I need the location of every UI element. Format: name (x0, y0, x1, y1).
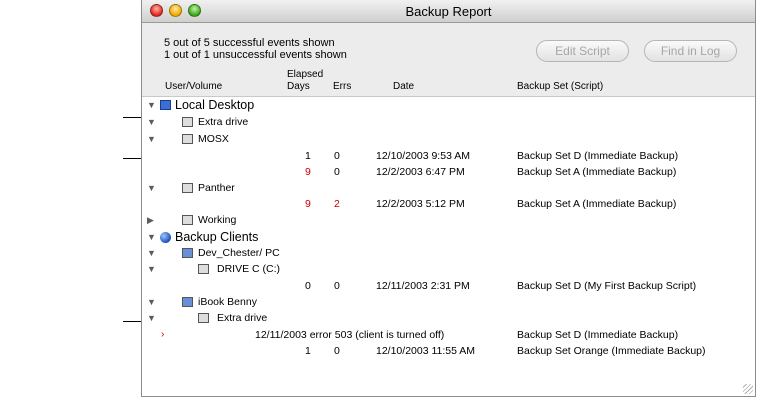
volume-row[interactable]: ▼ Extra drive (142, 310, 755, 326)
date-value: 12/2/2003 5:12 PM (376, 198, 465, 210)
find-in-log-button[interactable]: Find in Log (644, 40, 737, 62)
disclosure-triangle-icon[interactable]: ▼ (147, 294, 156, 310)
errors-value: 2 (334, 198, 340, 210)
elapsed-days-value: 1 (305, 150, 311, 162)
error-message: 12/11/2003 error 503 (client is turned o… (255, 329, 445, 341)
volume-label: Extra drive (198, 116, 249, 128)
backup-set-value: Backup Set A (Immediate Backup) (517, 198, 677, 210)
disclosure-triangle-icon[interactable]: ▼ (147, 229, 156, 245)
errors-value: 0 (334, 280, 340, 292)
disclosure-triangle-icon[interactable]: ▼ (147, 310, 156, 326)
date-value: 12/10/2003 11:55 AM (376, 345, 476, 357)
errors-value: 0 (334, 150, 340, 162)
backup-set-value: Backup Set D (My First Backup Script) (517, 280, 697, 292)
column-header-days[interactable]: Days (287, 81, 310, 93)
column-header-backup-set[interactable]: Backup Set (Script) (517, 81, 603, 93)
group-label: Local Desktop (175, 98, 255, 112)
column-header-elapsed: Elapsed (287, 69, 324, 80)
volume-label: MOSX (198, 133, 229, 145)
volume-row[interactable]: ▼ DRIVE C (C:) (142, 261, 755, 277)
group-row[interactable]: ▼ Local Desktop (142, 97, 755, 113)
report-list: ▼ Local Desktop ▼ Extra drive ▼ MOSX 1 0 12/10/2… (142, 96, 755, 396)
disclosure-triangle-icon[interactable]: ▼ (147, 180, 156, 196)
window-title: Backup Report (405, 4, 492, 19)
backup-set-value: Backup Set D (Immediate Backup) (517, 329, 679, 341)
errors-value: 0 (334, 345, 340, 357)
date-value: 12/2/2003 6:47 PM (376, 166, 465, 178)
disclosure-triangle-icon[interactable]: ▼ (147, 131, 156, 147)
volume-label: Panther (198, 182, 235, 194)
disclosure-triangle-icon[interactable]: ▼ (147, 261, 156, 277)
volume-label: iBook Benny (198, 296, 257, 308)
elapsed-days-value: 9 (305, 166, 311, 178)
summary: 5 out of 5 successful events shown 1 out… (164, 37, 347, 61)
event-row[interactable]: 9 2 12/2/2003 5:12 PM Backup Set A (Immedia… (142, 196, 755, 212)
title-bar[interactable]: Backup Report (142, 0, 755, 23)
volume-label: Working (198, 214, 237, 226)
elapsed-days-value: 1 (305, 345, 311, 357)
summary-unsuccessful: 1 out of 1 unsuccessful events shown (164, 49, 347, 61)
backup-set-value: Backup Set Orange (Immediate Backup) (517, 345, 706, 357)
volume-row[interactable]: ▼ Panther (142, 180, 755, 196)
disclosure-triangle-icon[interactable]: ▼ (147, 97, 156, 113)
volume-row[interactable]: ▼ iBook Benny (142, 294, 755, 310)
volume-label: Dev_Chester/ PC (198, 247, 280, 259)
column-header-user-volume[interactable]: User/Volume (165, 81, 222, 93)
group-row[interactable]: ▼ Backup Clients (142, 229, 755, 245)
resize-grip-icon[interactable] (743, 384, 753, 394)
volume-row[interactable]: ▼ MOSX (142, 131, 755, 147)
edit-script-button[interactable]: Edit Script (536, 40, 629, 62)
date-value: 12/10/2003 9:53 AM (376, 150, 470, 162)
elapsed-days-value: 0 (305, 280, 311, 292)
elapsed-days-value: 9 (305, 198, 311, 210)
volume-label: Extra drive (217, 312, 268, 324)
event-row[interactable]: 1 0 12/10/2003 11:55 AM Backup Set Orange (… (142, 343, 755, 359)
volume-label: DRIVE C (C:) (217, 263, 280, 275)
event-row[interactable]: 9 0 12/2/2003 6:47 PM Backup Set A (Immedia… (142, 164, 755, 180)
error-row[interactable]: › 12/11/2003 error 503 (client is turned … (142, 327, 755, 343)
backup-report-window: Backup Report 5 out of 5 successful even… (141, 0, 756, 397)
column-header-errs[interactable]: Errs (333, 81, 351, 93)
date-value: 12/11/2003 2:31 PM (376, 280, 470, 292)
volume-row[interactable]: ▶ Working (142, 212, 755, 228)
disclosure-triangle-icon[interactable]: ▶ (147, 212, 154, 228)
disclosure-triangle-icon[interactable]: ▼ (147, 245, 156, 261)
backup-set-value: Backup Set A (Immediate Backup) (517, 166, 677, 178)
error-marker-icon: › (161, 329, 165, 340)
column-header-date[interactable]: Date (393, 81, 414, 93)
group-label: Backup Clients (175, 230, 259, 244)
errors-value: 0 (334, 166, 340, 178)
volume-row[interactable]: ▼ Extra drive (142, 114, 755, 130)
summary-successful: 5 out of 5 successful events shown (164, 37, 335, 49)
event-row[interactable]: 0 0 12/11/2003 2:31 PM Backup Set D (My Fir… (142, 278, 755, 294)
backup-set-value: Backup Set D (Immediate Backup) (517, 150, 679, 162)
volume-row[interactable]: ▼ Dev_Chester/ PC (142, 245, 755, 261)
event-row[interactable]: 1 0 12/10/2003 9:53 AM Backup Set D (Immedi… (142, 148, 755, 164)
disclosure-triangle-icon[interactable]: ▼ (147, 114, 156, 130)
